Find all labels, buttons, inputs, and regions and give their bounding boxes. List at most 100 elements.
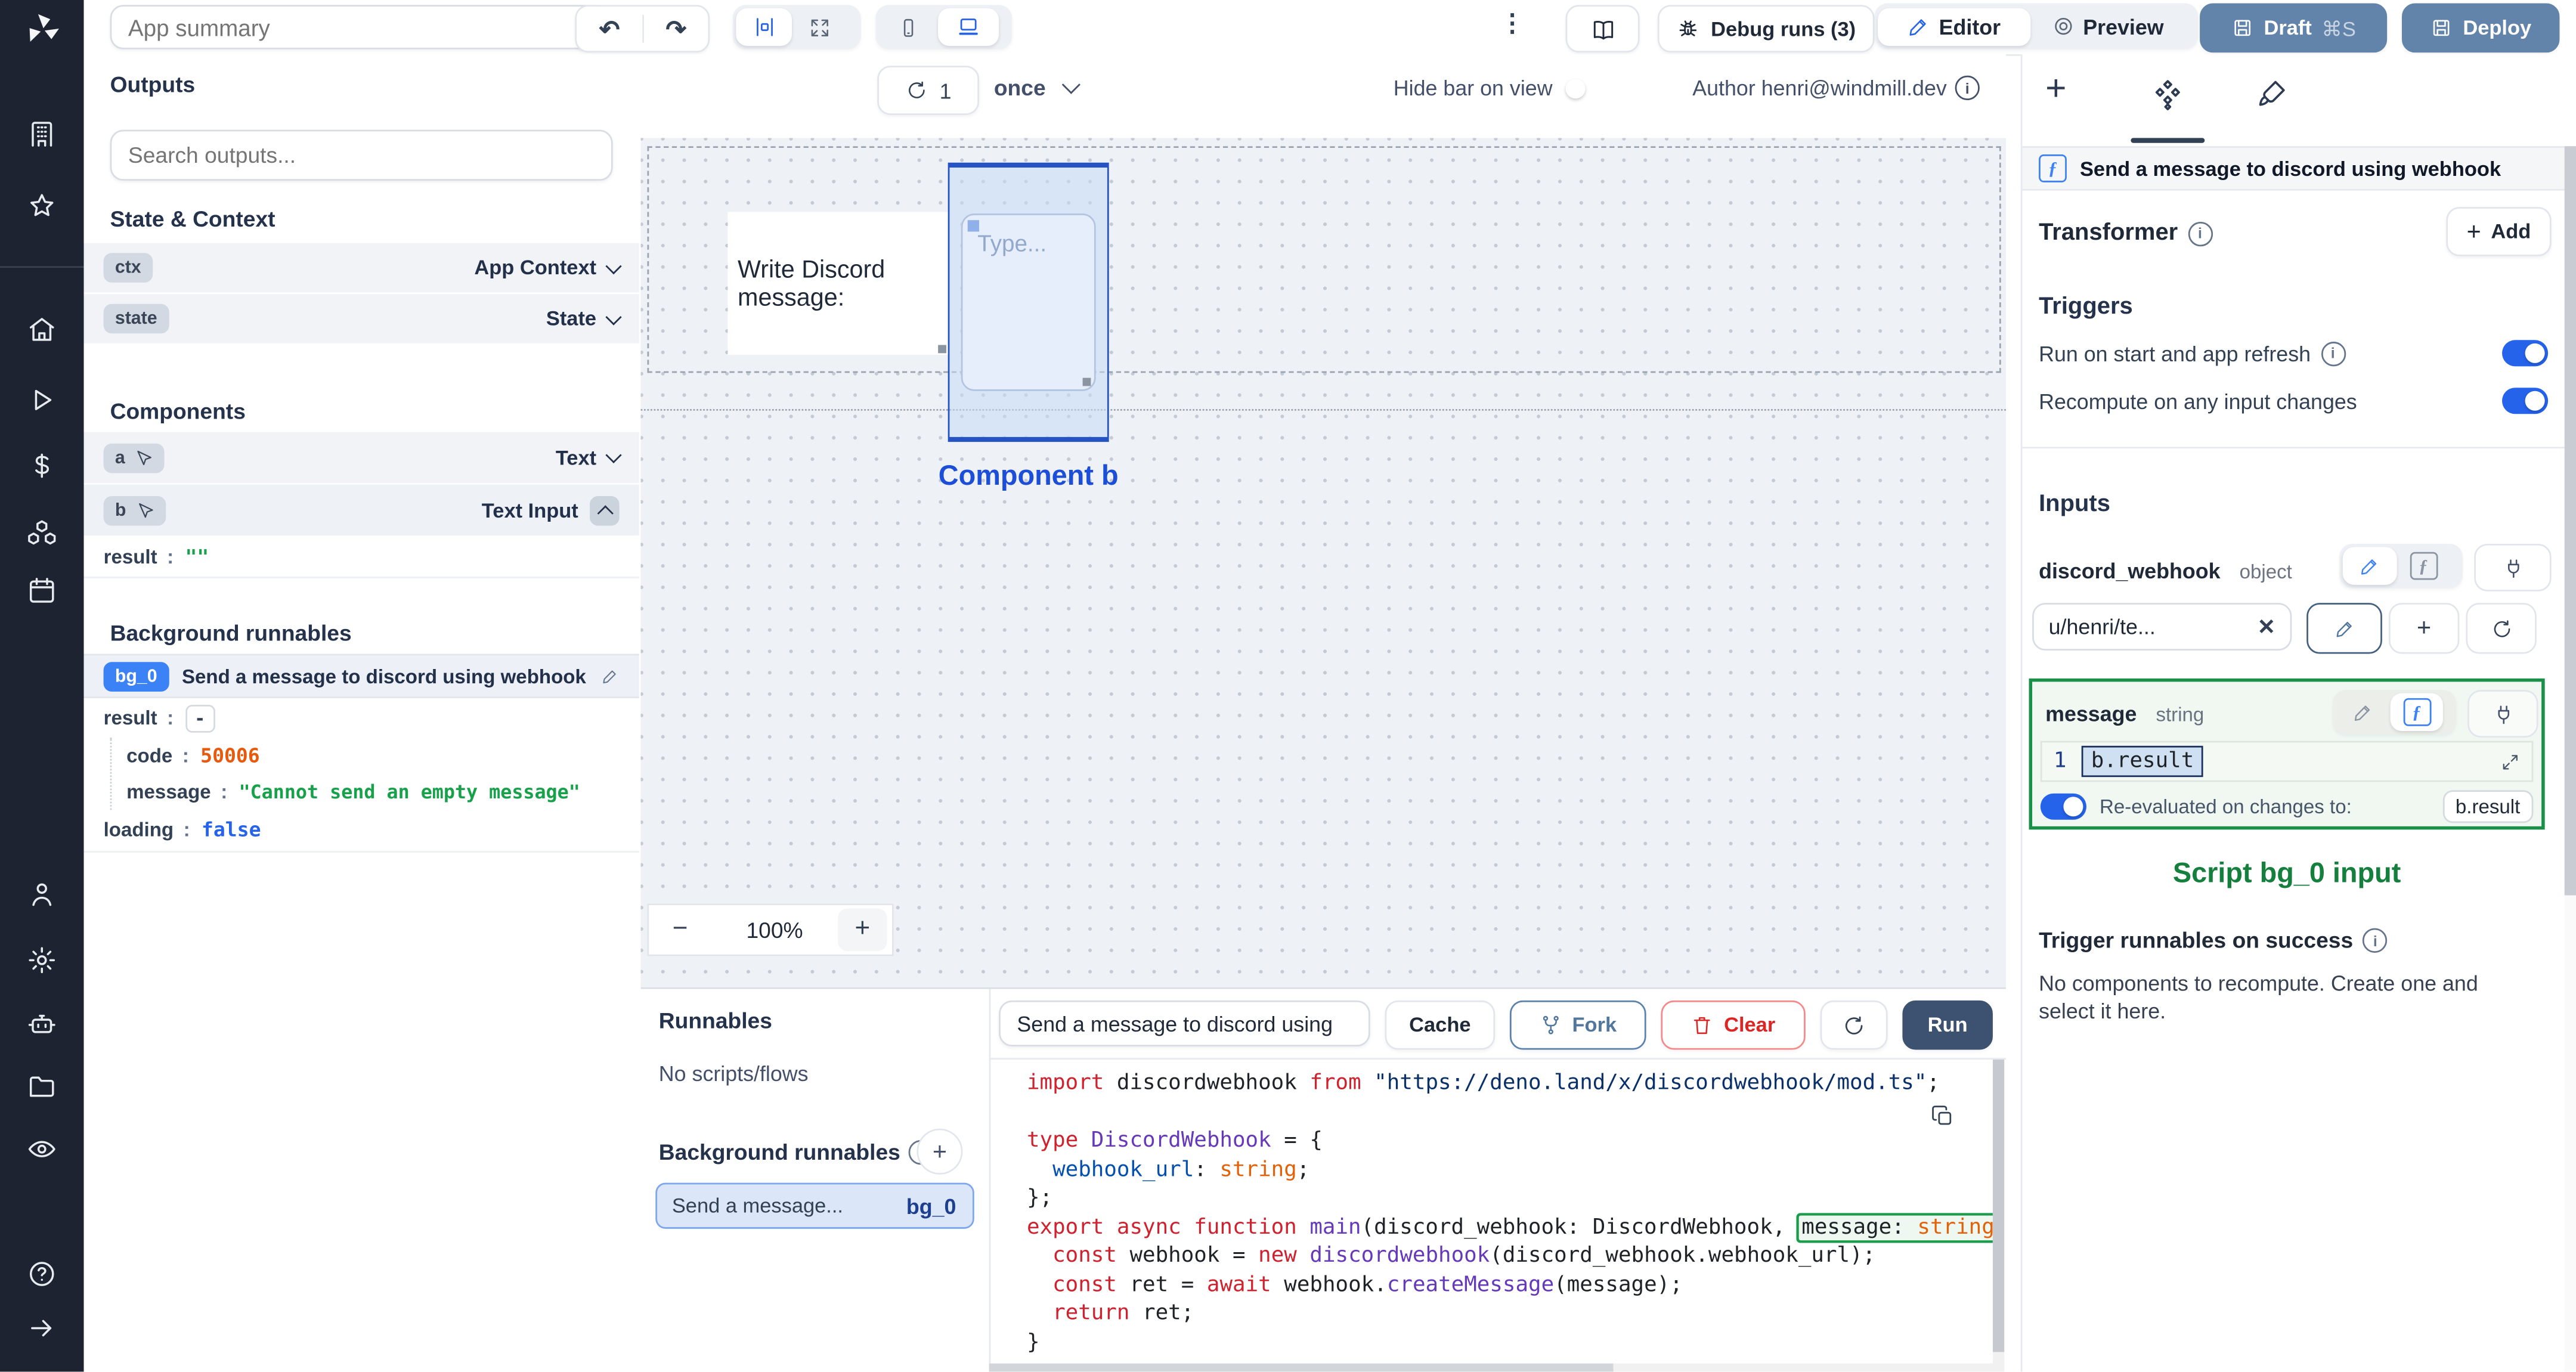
info-icon[interactable]: i <box>2187 221 2213 246</box>
background-runnables-header: Background runnablesi <box>659 1140 933 1165</box>
user-icon[interactable] <box>26 879 57 910</box>
code-vscrollbar[interactable] <box>1992 1060 2005 1372</box>
close-icon[interactable]: ✕ <box>2258 614 2275 640</box>
desktop-view-button[interactable] <box>938 8 999 47</box>
brush-icon[interactable] <box>2256 77 2289 110</box>
outputs-panel: Outputs State & Context ctx App Context … <box>83 54 643 1372</box>
debug-runs-button[interactable]: Debug runs (3) <box>1657 5 1875 53</box>
bg0-row[interactable]: bg_0 Send a message to discord using web… <box>83 654 639 698</box>
refresh-count-button[interactable]: 1 <box>877 66 980 115</box>
eval-mode-button[interactable]: ƒ <box>2397 547 2450 584</box>
runnable-item-bg0[interactable]: Send a message... bg_0 <box>655 1182 974 1229</box>
pencil-icon[interactable] <box>601 667 619 685</box>
cubes-icon[interactable] <box>26 518 57 549</box>
align-center-button[interactable] <box>736 8 792 47</box>
fork-button[interactable]: Fork <box>1509 1000 1646 1050</box>
chevron-down-icon[interactable] <box>605 257 622 274</box>
expr-editor[interactable]: 1 b.result <box>2040 741 2534 782</box>
eye-icon[interactable] <box>26 1133 57 1165</box>
home-icon[interactable] <box>26 314 57 345</box>
gear-icon[interactable] <box>26 944 57 975</box>
output-row-ctx[interactable]: ctx App Context <box>83 243 639 293</box>
component-row-b[interactable]: b Text Input <box>83 484 639 536</box>
connect-input-button[interactable] <box>2467 690 2538 738</box>
cache-button[interactable]: Cache <box>1385 1000 1496 1050</box>
edit-resource-button[interactable] <box>2306 603 2382 654</box>
calendar-icon[interactable] <box>26 575 57 606</box>
clear-button[interactable]: Clear <box>1661 1000 1806 1050</box>
reeval-badge[interactable]: b.result <box>2442 790 2534 823</box>
text-input-component[interactable]: Type... <box>961 213 1096 391</box>
resize-handle[interactable] <box>1082 377 1091 386</box>
script-title-input[interactable] <box>999 1000 1370 1047</box>
components-icon[interactable] <box>2150 77 2185 112</box>
expand-diagonal-icon[interactable] <box>2500 751 2520 771</box>
component-row-a[interactable]: a Text <box>83 432 639 484</box>
robot-icon[interactable] <box>26 1009 57 1040</box>
script-input-caption: Script bg_0 input <box>2172 857 2401 889</box>
b-result-row[interactable]: result: "" <box>83 535 639 578</box>
selected-component-b[interactable]: Type... <box>948 162 1109 442</box>
tab-preview[interactable]: Preview <box>2030 7 2185 45</box>
discord-webhook-value[interactable]: u/henri/te... ✕ <box>2032 603 2292 651</box>
search-outputs-input[interactable] <box>110 129 613 181</box>
info-icon[interactable]: i <box>2320 340 2345 366</box>
panel-scrollbar[interactable] <box>2564 146 2576 1372</box>
fullscreen-button[interactable] <box>792 8 848 46</box>
redo-icon[interactable]: ↷ <box>644 14 708 44</box>
run-button[interactable]: Run <box>1902 1000 1993 1050</box>
active-tab-underline <box>2131 138 2205 143</box>
resize-handle[interactable] <box>938 345 946 354</box>
debug-runs-label: Debug runs (3) <box>1711 17 1856 41</box>
static-mode-button[interactable] <box>2342 547 2397 585</box>
create-resource-button[interactable]: + <box>2388 603 2460 654</box>
help-icon[interactable] <box>26 1258 57 1289</box>
windmill-logo-icon[interactable] <box>23 10 63 49</box>
deploy-button[interactable]: Deploy <box>2401 3 2560 53</box>
arrow-right-icon[interactable] <box>26 1312 57 1343</box>
chevron-down-icon[interactable] <box>605 308 622 325</box>
dollar-icon[interactable] <box>26 450 57 481</box>
kebab-icon[interactable]: ⋮ <box>1500 8 1524 38</box>
device-group <box>875 5 1013 49</box>
code-editor[interactable]: import discordwebhook from "https://deno… <box>989 1070 1993 1365</box>
eval-mode-button[interactable]: ƒ <box>2390 693 2443 732</box>
bg0-result-row[interactable]: result: - <box>84 700 639 736</box>
docs-button[interactable] <box>1565 5 1640 53</box>
add-transformer-button[interactable]: + Add <box>2446 207 2552 256</box>
building-icon[interactable] <box>26 118 57 149</box>
info-icon[interactable]: i <box>1955 75 1980 101</box>
run-mode-select[interactable]: once <box>994 76 1046 100</box>
info-icon[interactable]: i <box>2363 928 2388 953</box>
recompute-toggle[interactable] <box>2502 388 2549 414</box>
add-background-runnable-button[interactable]: + <box>917 1128 963 1175</box>
connect-input-button[interactable] <box>2474 543 2552 591</box>
chevron-down-icon[interactable] <box>605 447 622 464</box>
expr-value[interactable]: b.result <box>2081 745 2204 778</box>
undo-icon[interactable]: ↶ <box>577 14 642 44</box>
text-component-a[interactable]: Write Discord message: <box>727 212 948 355</box>
pointer-icon <box>138 502 153 517</box>
static-mode-button[interactable] <box>2336 693 2391 731</box>
play-icon[interactable] <box>26 385 57 416</box>
refresh-script-button[interactable] <box>1820 1000 1888 1050</box>
chevron-down-icon[interactable] <box>1061 75 1080 94</box>
draft-button[interactable]: Draft ⌘S <box>2200 3 2388 53</box>
plus-tab[interactable]: + <box>2045 67 2066 110</box>
run-on-start-toggle[interactable] <box>2502 340 2549 367</box>
copy-icon[interactable] <box>1930 1104 1955 1128</box>
pencil-icon <box>2361 559 2377 575</box>
tab-editor[interactable]: Editor <box>1878 7 2031 45</box>
chevron-up-icon[interactable] <box>596 504 613 521</box>
app-summary-input[interactable] <box>110 5 606 49</box>
collapse-toggle[interactable]: - <box>185 704 215 732</box>
zoom-in-button[interactable]: + <box>838 908 887 952</box>
reeval-toggle[interactable] <box>2040 793 2086 820</box>
refresh-resource-button[interactable] <box>2466 603 2537 654</box>
output-row-state[interactable]: state State <box>83 294 639 343</box>
mobile-view-button[interactable] <box>879 8 938 46</box>
star-icon[interactable] <box>26 191 57 222</box>
zoom-out-button[interactable]: − <box>649 915 711 945</box>
code-hscrollbar[interactable] <box>989 1363 1993 1372</box>
folder-icon[interactable] <box>26 1071 57 1102</box>
